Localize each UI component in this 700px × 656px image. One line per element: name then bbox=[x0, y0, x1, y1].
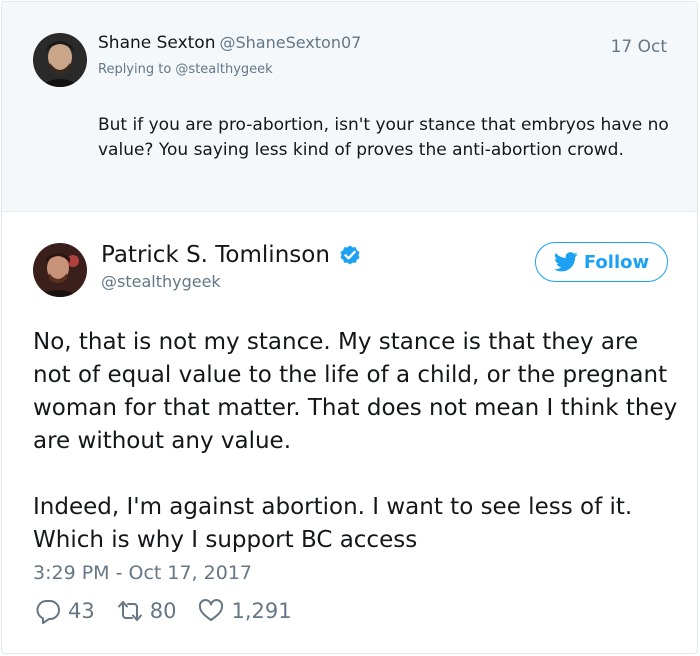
retweet-count: 80 bbox=[149, 599, 177, 623]
follow-label: Follow bbox=[583, 251, 650, 273]
verified-badge-icon bbox=[340, 245, 360, 265]
avatar-image bbox=[33, 33, 87, 87]
tweet-text: No, that is not my stance. My stance is … bbox=[33, 326, 683, 557]
replying-to[interactable]: Replying to @stealthygeek bbox=[98, 62, 273, 77]
reply-text: But if you are pro-abortion, isn't your … bbox=[98, 115, 669, 160]
tweet-timestamp[interactable]: 3:29 PM - Oct 17, 2017 bbox=[33, 562, 252, 584]
avatar[interactable] bbox=[33, 243, 87, 297]
reply-date[interactable]: 17 Oct bbox=[611, 37, 667, 57]
reply-tweet[interactable]: Shane Sexton @ShaneSexton07 17 Oct Replyi… bbox=[2, 2, 697, 212]
heart-icon bbox=[199, 599, 224, 621]
avatar-image bbox=[33, 243, 87, 297]
retweet-action[interactable]: 80 bbox=[117, 598, 177, 624]
tweet-card: Shane Sexton @ShaneSexton07 17 Oct Replyi… bbox=[1, 1, 698, 654]
tweet-paragraph: Indeed, I'm against abortion. I want to … bbox=[33, 494, 633, 553]
like-count: 1,291 bbox=[231, 599, 292, 623]
retweet-icon bbox=[117, 601, 142, 621]
author-name-row[interactable]: Patrick S. Tomlinson bbox=[101, 242, 362, 268]
reply-count: 43 bbox=[68, 599, 95, 623]
author-handle[interactable]: @stealthygeek bbox=[101, 272, 221, 291]
tweet-paragraph: No, that is not my stance. My stance is … bbox=[33, 329, 678, 454]
reply-author[interactable]: Shane Sexton @ShaneSexton07 bbox=[98, 33, 361, 53]
reply-action[interactable]: 43 bbox=[35, 598, 95, 624]
reply-author-handle[interactable]: @ShaneSexton07 bbox=[219, 33, 361, 52]
like-action[interactable]: 1,291 bbox=[198, 598, 292, 624]
follow-button[interactable]: Follow bbox=[535, 242, 668, 282]
avatar[interactable] bbox=[33, 33, 87, 87]
reply-icon bbox=[36, 600, 60, 624]
tweet-actions: 43 80 1,291 bbox=[35, 598, 314, 624]
twitter-bird-icon bbox=[553, 252, 578, 272]
author-name[interactable]: Patrick S. Tomlinson bbox=[101, 242, 330, 268]
reply-author-name[interactable]: Shane Sexton bbox=[98, 33, 215, 53]
